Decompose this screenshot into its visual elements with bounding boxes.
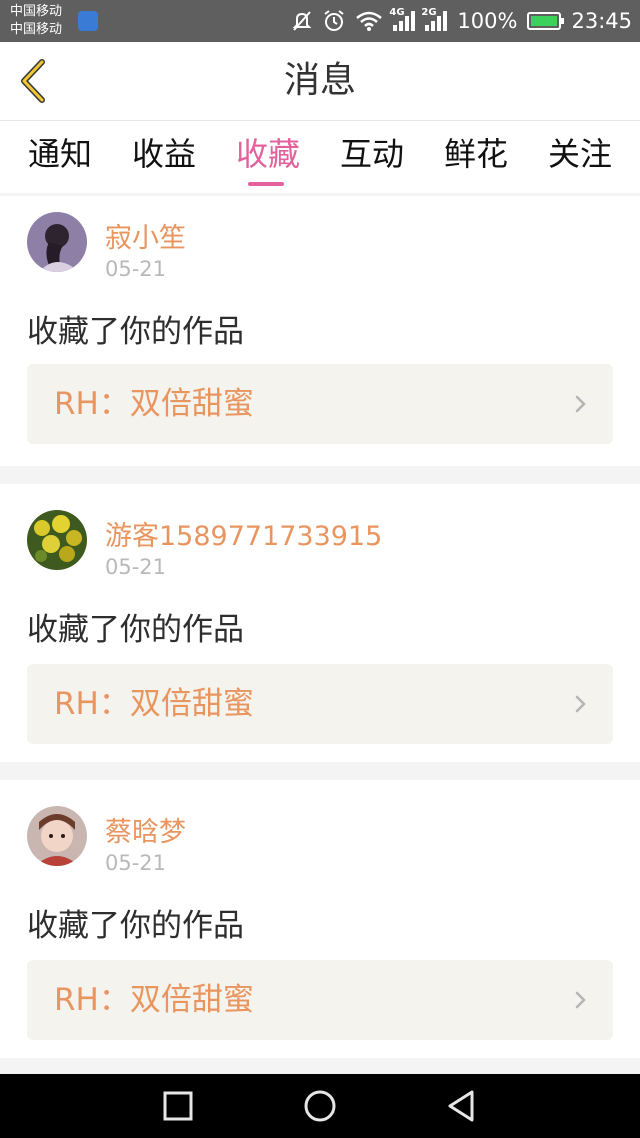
- tab-interactions[interactable]: 互动: [332, 121, 412, 193]
- avatar[interactable]: [27, 510, 87, 570]
- message-text: 收藏了你的作品: [27, 908, 244, 944]
- home-icon[interactable]: [302, 1088, 338, 1124]
- message-date: 05-21: [105, 555, 167, 579]
- chevron-right-icon: [575, 695, 586, 713]
- work-title: RH：双倍甜蜜: [54, 386, 254, 422]
- battery-percent: 100%: [457, 9, 518, 33]
- recent-apps-icon[interactable]: [160, 1088, 196, 1124]
- tab-earnings[interactable]: 收益: [124, 121, 204, 193]
- message-date: 05-21: [105, 851, 167, 875]
- message-card: 游客1589771733915 05-21 收藏了你的作品 RH：双倍甜蜜: [0, 484, 640, 762]
- page-title: 消息: [283, 60, 356, 101]
- message-card: 蔡晗梦 05-21 收藏了你的作品 RH：双倍甜蜜: [0, 780, 640, 1058]
- avatar[interactable]: [27, 806, 87, 866]
- clock: 23:45: [571, 9, 632, 33]
- work-title: RH：双倍甜蜜: [54, 686, 254, 722]
- battery-icon: [527, 12, 565, 30]
- system-nav-bar: [0, 1074, 640, 1138]
- chevron-right-icon: [575, 395, 586, 413]
- app-notification-icon: [78, 11, 98, 31]
- work-link[interactable]: RH：双倍甜蜜: [27, 364, 613, 444]
- user-name[interactable]: 蔡晗梦: [105, 810, 186, 849]
- wifi-icon: [356, 11, 383, 31]
- carrier-1: 中国移动: [10, 4, 63, 19]
- status-bar: 中国移动 中国移动 4G 2G 100% 23:45: [0, 0, 640, 42]
- alarm-icon: [324, 10, 345, 31]
- top-bar: 消息: [0, 42, 640, 121]
- carrier-2: 中国移动: [10, 22, 63, 37]
- message-date: 05-21: [105, 257, 167, 281]
- tab-bar: 通知 收益 收藏 互动 鲜花 关注: [0, 121, 640, 193]
- tab-notifications[interactable]: 通知: [20, 121, 100, 193]
- message-text: 收藏了你的作品: [27, 314, 244, 350]
- tab-flowers[interactable]: 鲜花: [436, 121, 516, 193]
- carrier-info: 中国移动 中国移动: [10, 3, 62, 39]
- mute-icon: [293, 11, 312, 31]
- user-name[interactable]: 游客1589771733915: [105, 514, 382, 553]
- avatar[interactable]: [27, 212, 87, 272]
- message-card: 寂小笙 05-21 收藏了你的作品 RH：双倍甜蜜: [0, 196, 640, 466]
- work-link[interactable]: RH：双倍甜蜜: [27, 960, 613, 1040]
- signal-2g-icon: 2G: [421, 7, 448, 31]
- message-text: 收藏了你的作品: [27, 612, 244, 648]
- tab-follows[interactable]: 关注: [540, 121, 620, 193]
- work-title: RH：双倍甜蜜: [54, 982, 254, 1018]
- work-link[interactable]: RH：双倍甜蜜: [27, 664, 613, 744]
- user-name[interactable]: 寂小笙: [105, 216, 186, 255]
- back-nav-icon[interactable]: [444, 1088, 480, 1124]
- chevron-right-icon: [575, 991, 586, 1009]
- active-tab-indicator: [248, 182, 284, 186]
- signal-4g-icon: 4G: [389, 7, 416, 31]
